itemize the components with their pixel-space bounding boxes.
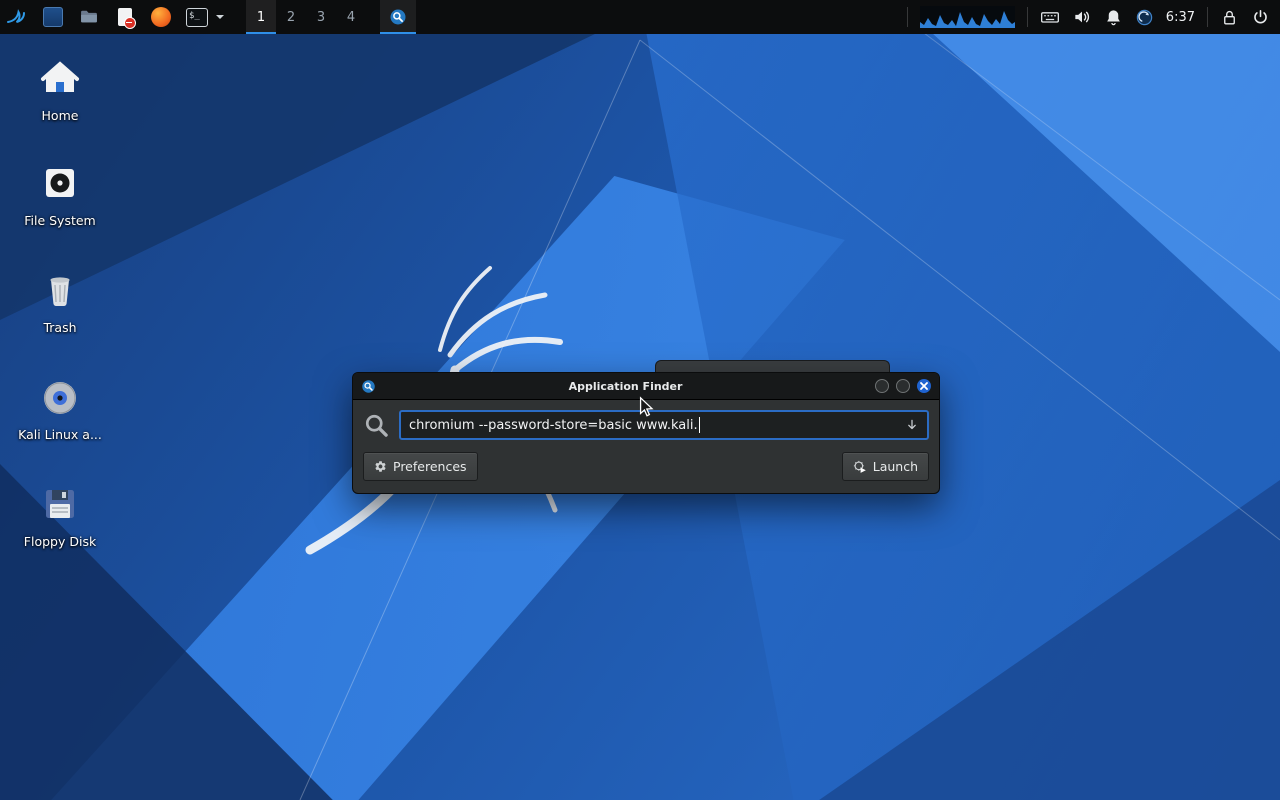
kali-logo-icon	[5, 5, 29, 29]
launcher-folder[interactable]	[78, 6, 100, 28]
cpu-graph[interactable]	[920, 6, 1015, 28]
launcher-file-manager[interactable]	[42, 6, 64, 28]
notifications-bell-icon[interactable]	[1104, 8, 1123, 27]
preferences-label: Preferences	[393, 459, 467, 474]
text-caret	[699, 417, 701, 433]
desktop-icon-label: Kali Linux a...	[18, 427, 102, 442]
desktop-icon-file-system[interactable]: File System	[8, 157, 112, 228]
volume-icon[interactable]	[1072, 7, 1092, 27]
desktop-icon-label: Floppy Disk	[24, 534, 96, 549]
command-input-value: chromium --password-store=basic www.kali…	[409, 418, 698, 433]
file-system-icon	[38, 157, 82, 205]
close-icon	[920, 382, 928, 390]
file-manager-icon	[43, 7, 63, 27]
task-application-finder[interactable]	[380, 0, 416, 34]
lock-icon[interactable]	[1220, 8, 1239, 27]
application-finder-window: Application Finder chromium --password-	[352, 372, 940, 494]
search-icon	[363, 412, 390, 439]
launch-icon	[853, 460, 867, 474]
maximize-button[interactable]	[896, 379, 910, 393]
terminal-menu-caret-icon[interactable]	[216, 15, 224, 19]
desktop-screen: Home File System Trash	[0, 0, 1280, 800]
desktop-icon-home[interactable]: Home	[8, 52, 112, 123]
launcher-firefox[interactable]	[150, 6, 172, 28]
launcher-group: $_	[42, 6, 224, 28]
window-title: Application Finder	[376, 380, 875, 393]
application-finder-icon	[361, 379, 376, 394]
minimize-button[interactable]	[875, 379, 889, 393]
desktop-icon-kali-cd[interactable]: Kali Linux a...	[8, 371, 112, 442]
launch-button[interactable]: Launch	[842, 452, 929, 481]
close-button[interactable]	[917, 379, 931, 393]
terminal-icon: $_	[186, 8, 208, 27]
floppy-icon	[38, 478, 82, 526]
folder-icon	[79, 7, 99, 27]
tray-separator	[1207, 7, 1208, 27]
keyboard-icon[interactable]	[1040, 7, 1060, 27]
workspace-3[interactable]: 3	[306, 0, 336, 34]
window-controls	[875, 379, 931, 393]
workspace-switcher: 1 2 3 4	[246, 0, 366, 34]
clock[interactable]: 6:37	[1166, 10, 1195, 25]
workspace-4[interactable]: 4	[336, 0, 366, 34]
tray-separator	[907, 7, 908, 27]
firefox-icon	[151, 7, 171, 27]
application-finder-task-icon	[389, 8, 407, 26]
desktop-icon-label: Trash	[43, 320, 76, 335]
cdrom-icon	[38, 371, 82, 419]
document-icon	[118, 8, 132, 26]
desktop-icon-label: Home	[42, 108, 79, 123]
preferences-button[interactable]: Preferences	[363, 452, 478, 481]
top-panel: $_ 1 2 3 4	[0, 0, 1280, 34]
history-dropdown-icon[interactable]	[905, 418, 919, 432]
desktop-icon-floppy[interactable]: Floppy Disk	[8, 478, 112, 549]
command-input[interactable]: chromium --password-store=basic www.kali…	[399, 410, 929, 440]
home-icon	[38, 52, 82, 100]
titlebar[interactable]: Application Finder	[353, 373, 939, 400]
gear-icon	[374, 460, 387, 473]
finder-body: chromium --password-store=basic www.kali…	[353, 400, 939, 493]
desktop-icon-trash[interactable]: Trash	[8, 264, 112, 335]
tray-separator	[1027, 7, 1028, 27]
launcher-terminal[interactable]: $_	[186, 6, 208, 28]
desktop-icon-label: File System	[24, 213, 96, 228]
workspace-2[interactable]: 2	[276, 0, 306, 34]
launch-label: Launch	[873, 459, 918, 474]
logout-power-icon[interactable]	[1251, 8, 1270, 27]
launcher-text-editor[interactable]	[114, 6, 136, 28]
trash-icon	[38, 264, 82, 312]
tray-status-icon[interactable]	[1135, 8, 1154, 27]
button-row: Preferences Launch	[363, 452, 929, 481]
applications-menu-button[interactable]	[0, 0, 34, 34]
deny-badge-icon	[124, 17, 136, 29]
window-task-list	[380, 0, 416, 34]
system-tray: 6:37	[907, 0, 1280, 34]
workspace-1[interactable]: 1	[246, 0, 276, 34]
search-row: chromium --password-store=basic www.kali…	[363, 410, 929, 440]
